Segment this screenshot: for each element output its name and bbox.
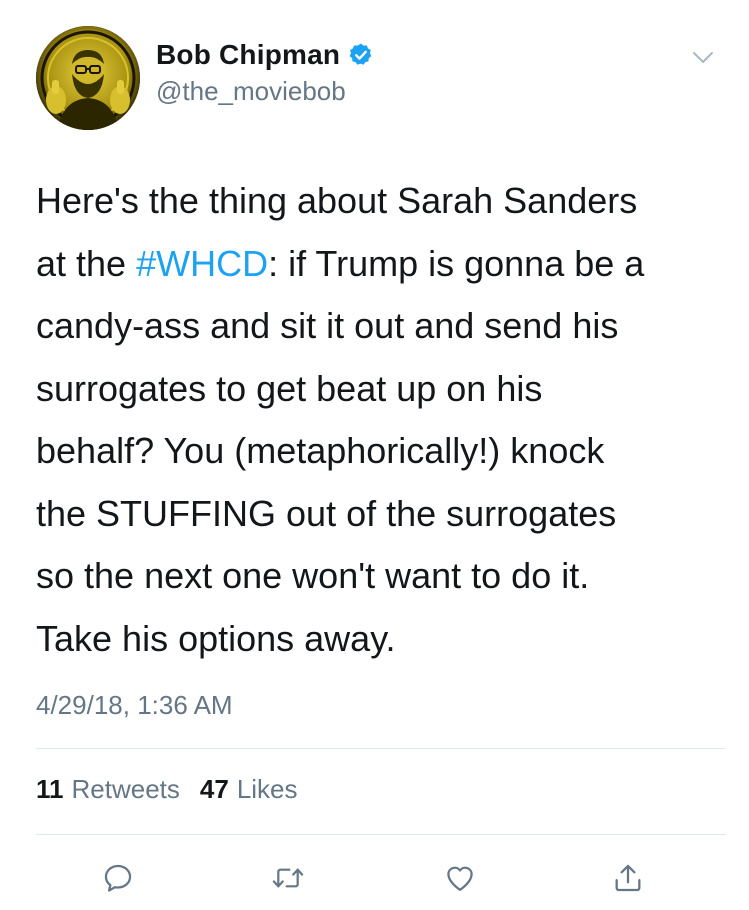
tweet-text-segment: at the bbox=[36, 242, 137, 284]
tweet-text-segment: so the next one won't want to do it. bbox=[36, 555, 590, 596]
tweet-text-segment: surrogates to get beat up on his bbox=[36, 367, 543, 409]
like-button[interactable] bbox=[438, 856, 482, 900]
verified-badge-icon bbox=[348, 42, 374, 68]
tweet-text-segment: : if Trump is gonna be a bbox=[268, 242, 645, 284]
reply-icon bbox=[104, 864, 132, 892]
tweet-text-line: the STUFFING out of the surrogates bbox=[36, 483, 726, 546]
tweet-text-line: behalf? You (metaphorically!) knock bbox=[36, 420, 726, 483]
author-names: Bob Chipman @the_moviebob bbox=[156, 38, 374, 107]
tweet-text-line: surrogates to get beat up on his bbox=[36, 358, 726, 421]
retweets-count[interactable]: 11 bbox=[36, 774, 64, 805]
tweet-text-segment: behalf? You (metaphorically!) knock bbox=[36, 430, 605, 471]
tweet-text-line: Take his options away. bbox=[36, 608, 726, 671]
tweet-stats: 11 Retweets 47 Likes bbox=[36, 774, 318, 805]
share-icon bbox=[615, 864, 641, 892]
reply-button[interactable] bbox=[96, 856, 140, 900]
tweet-text-line: Here's the thing about Sarah Sanders bbox=[36, 170, 726, 233]
tweet-text-segment: Here's the thing about Sarah Sanders bbox=[36, 180, 638, 221]
hashtag-link[interactable]: #WHCD bbox=[136, 243, 268, 284]
retweet-icon bbox=[272, 868, 304, 888]
tweet-detail: Bob Chipman @the_moviebob Here's the thi… bbox=[0, 0, 749, 910]
avatar[interactable] bbox=[36, 26, 140, 130]
author-handle[interactable]: @the_moviebob bbox=[156, 76, 374, 107]
avatar-photo-icon bbox=[36, 26, 140, 130]
tweet-text: Here's the thing about Sarah Sanders at t… bbox=[36, 170, 726, 670]
tweet-text-line: so the next one won't want to do it. bbox=[36, 545, 726, 608]
share-button[interactable] bbox=[606, 856, 650, 900]
name-row: Bob Chipman bbox=[156, 38, 374, 72]
tweet-text-segment: candy-ass and sit it out and send his bbox=[36, 305, 619, 346]
tweet-text-line: candy-ass and sit it out and send his bbox=[36, 295, 726, 358]
tweet-header: Bob Chipman @the_moviebob bbox=[36, 26, 726, 136]
chevron-down-icon[interactable] bbox=[690, 44, 716, 70]
retweet-button[interactable] bbox=[266, 856, 310, 900]
tweet-text-segment: the STUFFING out of the surrogates bbox=[36, 492, 617, 534]
tweet-text-segment: Take his options away. bbox=[36, 617, 396, 659]
tweet-timestamp[interactable]: 4/29/18, 1:36 AM bbox=[36, 690, 233, 721]
retweets-label[interactable]: Retweets bbox=[72, 774, 180, 805]
tweet-actions bbox=[0, 852, 749, 902]
likes-label[interactable]: Likes bbox=[237, 774, 298, 805]
tweet-text-line: at the #WHCD: if Trump is gonna be a bbox=[36, 233, 726, 296]
divider-top bbox=[36, 748, 726, 749]
likes-count[interactable]: 47 bbox=[200, 774, 229, 805]
author-display-name[interactable]: Bob Chipman bbox=[156, 39, 340, 71]
divider-bottom bbox=[36, 834, 726, 835]
like-icon bbox=[447, 866, 473, 891]
